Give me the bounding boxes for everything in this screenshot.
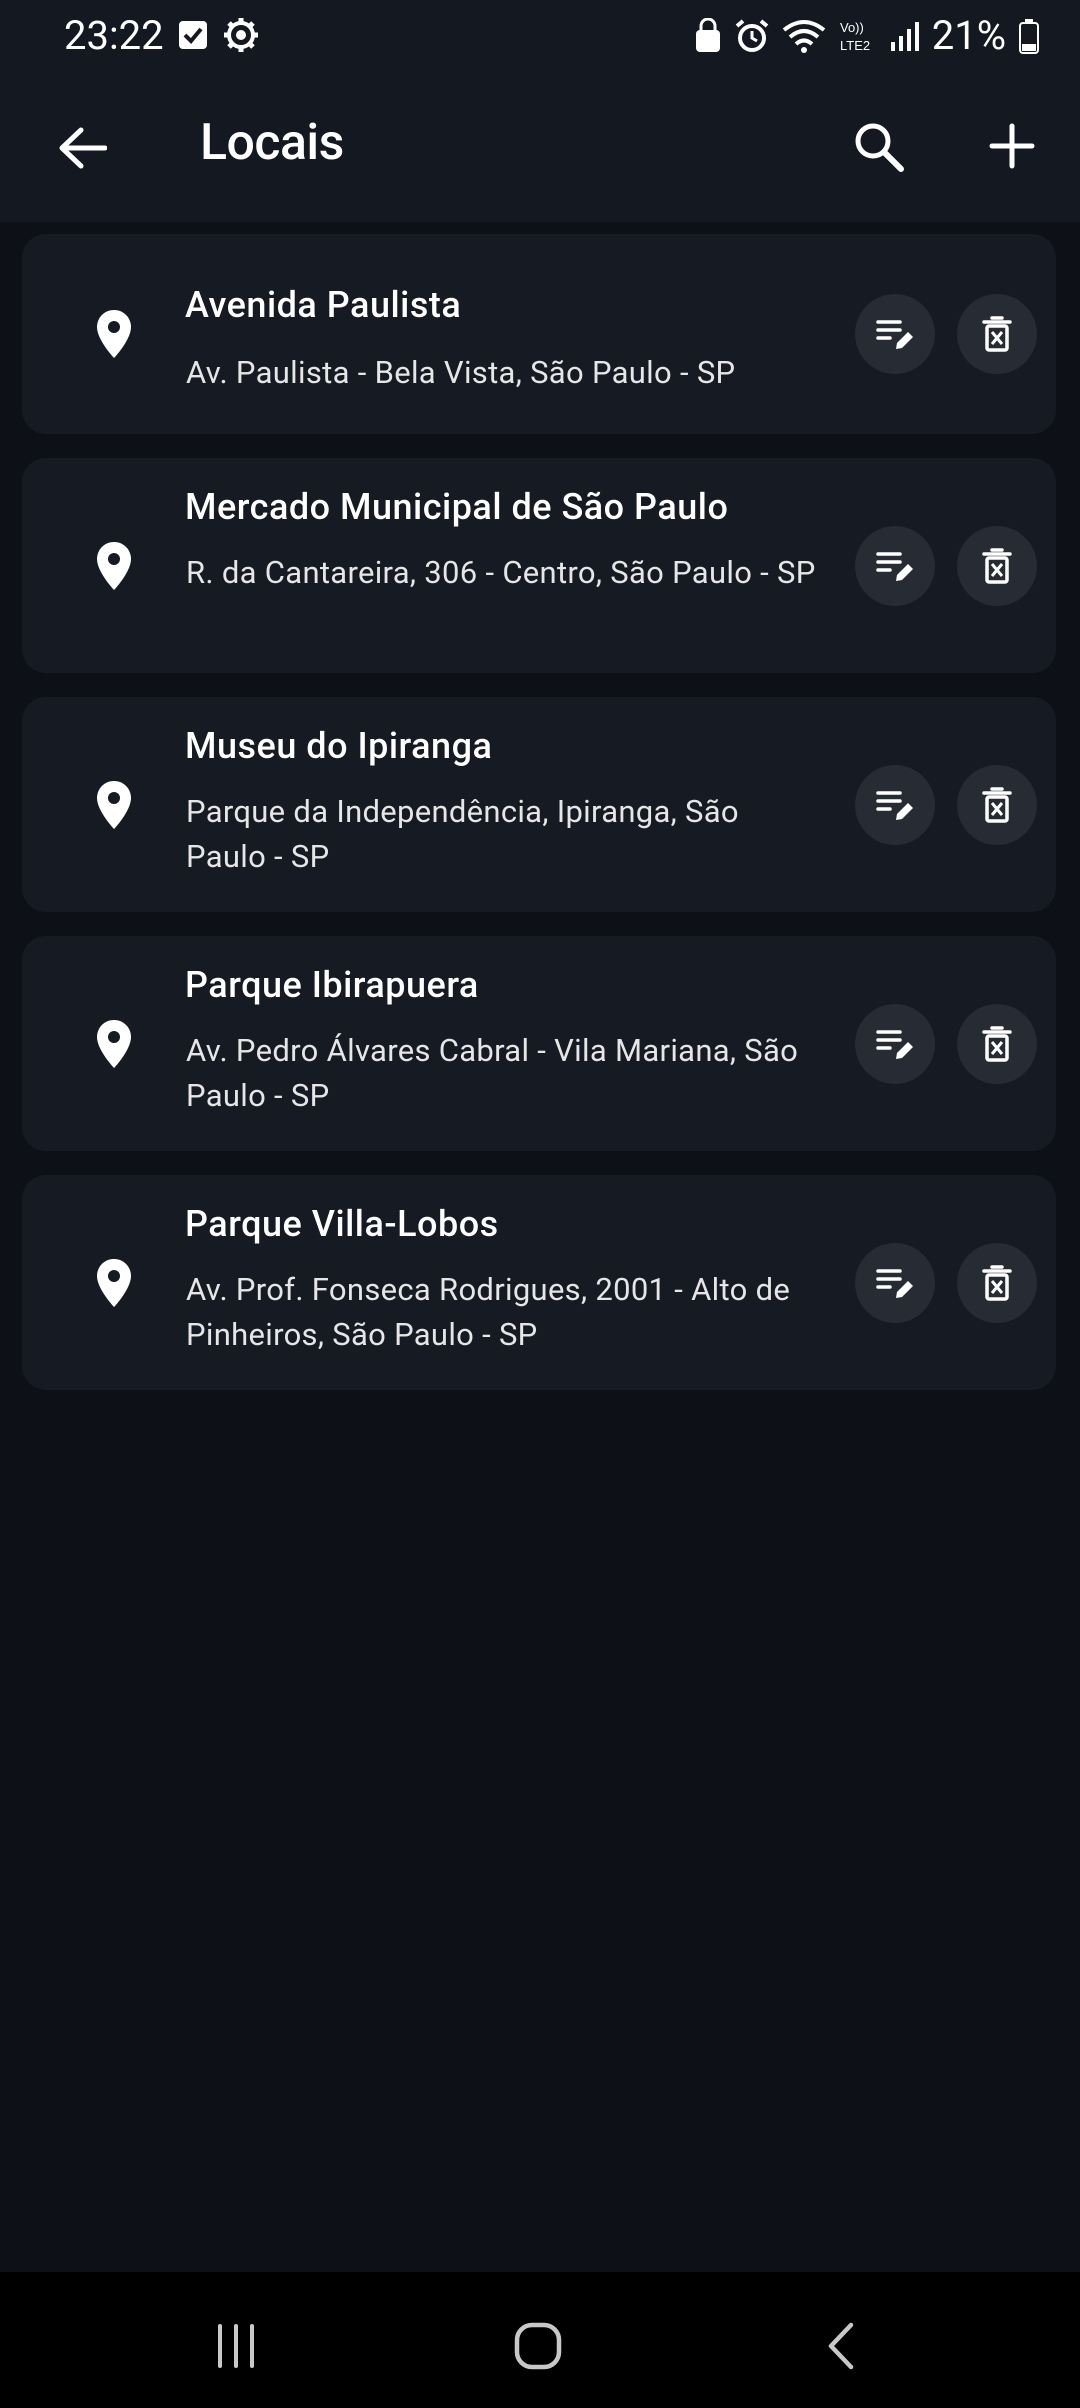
volte-lte2-icon: Vo)) LTE2 [838, 18, 878, 54]
back-icon[interactable] [800, 2306, 880, 2386]
location-name: Parque Villa-Lobos [185, 1203, 499, 1245]
location-name: Mercado Municipal de São Paulo [185, 486, 729, 528]
recent-apps-icon[interactable] [196, 2306, 276, 2386]
location-card[interactable]: Museu do Ipiranga Parque da Independênci… [22, 697, 1056, 912]
location-address: Av. Prof. Fonseca Rodrigues, 2001 - Alto… [186, 1271, 791, 1353]
location-card[interactable]: Mercado Municipal de São Paulo R. da Can… [22, 458, 1056, 673]
battery-percent: 21% [931, 12, 1006, 59]
location-address: R. da Cantareira, 306 - Centro, São Paul… [186, 554, 816, 591]
location-pin-icon [70, 290, 158, 378]
signal-icon [890, 20, 920, 52]
app-bar: Locais [0, 72, 1080, 222]
lock-notification-icon [694, 17, 722, 54]
location-card[interactable]: Parque Ibirapuera Av. Pedro Álvares Cabr… [22, 936, 1056, 1151]
arrow-back-icon[interactable] [50, 116, 114, 180]
checkbox-notification-icon [178, 19, 208, 51]
location-card[interactable]: Avenida Paulista Av. Paulista - Bela Vis… [22, 234, 1056, 434]
status-time: 23:22 [64, 12, 164, 59]
home-icon[interactable] [498, 2306, 578, 2386]
locations-list: Avenida Paulista Av. Paulista - Bela Vis… [22, 234, 1056, 1414]
edit-note-icon[interactable] [855, 765, 935, 845]
search-icon[interactable] [846, 114, 910, 178]
location-name: Avenida Paulista [185, 284, 462, 326]
location-pin-icon [70, 1239, 158, 1327]
delete-icon[interactable] [957, 1243, 1037, 1323]
location-address: Av. Paulista - Bela Vista, São Paulo - S… [186, 354, 736, 391]
settings-notification-icon [222, 16, 260, 54]
delete-icon[interactable] [957, 526, 1037, 606]
location-pin-icon [70, 761, 158, 849]
location-address: Parque da Independência, Ipiranga, São P… [186, 793, 739, 875]
edit-note-icon[interactable] [855, 526, 935, 606]
location-card[interactable]: Parque Villa-Lobos Av. Prof. Fonseca Rod… [22, 1175, 1056, 1390]
battery-icon [1018, 18, 1040, 54]
location-name: Parque Ibirapuera [185, 964, 479, 1006]
delete-icon[interactable] [957, 765, 1037, 845]
page-title: Locais [200, 114, 344, 172]
svg-text:Vo)): Vo)) [840, 20, 864, 35]
add-icon[interactable] [980, 114, 1044, 178]
delete-icon[interactable] [957, 1004, 1037, 1084]
svg-text:LTE2: LTE2 [840, 38, 870, 53]
system-nav-bar [0, 2272, 1080, 2408]
wifi-icon [782, 18, 826, 54]
location-name: Museu do Ipiranga [185, 725, 493, 767]
edit-note-icon[interactable] [855, 1004, 935, 1084]
status-bar: 23:22 Vo)) LTE2 21% [0, 0, 1080, 72]
location-pin-icon [70, 1000, 158, 1088]
location-pin-icon [70, 522, 158, 610]
edit-note-icon[interactable] [855, 1243, 935, 1323]
alarm-icon [734, 18, 770, 54]
edit-note-icon[interactable] [855, 294, 935, 374]
location-address: Av. Pedro Álvares Cabral - Vila Mariana,… [186, 1032, 799, 1114]
delete-icon[interactable] [957, 294, 1037, 374]
